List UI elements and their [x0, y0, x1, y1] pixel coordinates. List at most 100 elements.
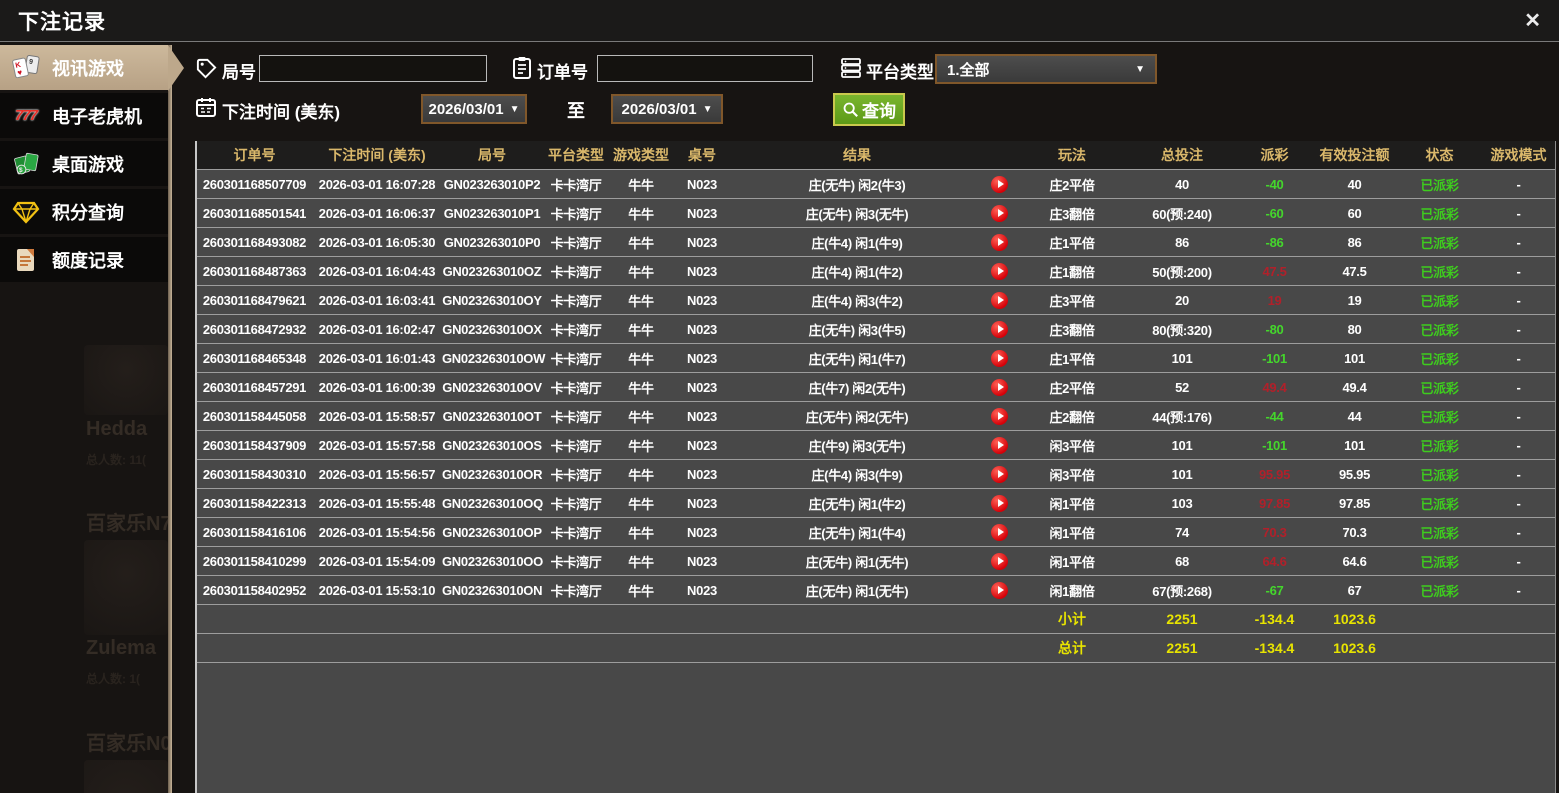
chevron-down-icon: ▼ [509, 103, 520, 115]
order-no-input[interactable] [597, 55, 813, 82]
sidebar-item-label: 积分查询 [52, 202, 124, 223]
cell-bet-time: 2026-03-01 15:57:58 [318, 437, 436, 453]
query-button[interactable]: 查询 [833, 93, 905, 126]
cell-game-type: 牛牛 [628, 322, 654, 338]
play-icon [997, 267, 1004, 275]
replay-play-button[interactable] [991, 581, 1008, 599]
col-header-payout: 派彩 [1260, 147, 1289, 163]
replay-play-button[interactable] [991, 204, 1008, 222]
close-icon[interactable]: ✕ [1524, 11, 1541, 31]
cell-table-no: N023 [687, 234, 717, 250]
play-icon [997, 238, 1004, 246]
col-header-bet-time: 下注时间 (美东) [328, 147, 426, 163]
cell-total-bet: 44(预:176) [1152, 409, 1212, 425]
replay-play-button[interactable] [991, 378, 1008, 396]
cell-order-no: 260301168465348 [202, 350, 307, 366]
sidebar-item-电子老虎机[interactable]: 777 电子老虎机 [0, 93, 168, 138]
cell-status: 已派彩 [1420, 322, 1459, 338]
cell-play-type: 闲1平倍 [1049, 496, 1095, 512]
sidebar-item-视讯游戏[interactable]: 9 K ♥ 视讯游戏 [0, 45, 168, 90]
cell-total-bet: 101 [1171, 350, 1193, 366]
ghost-label: Hedda [86, 418, 148, 440]
cell-game-mode: - [1516, 263, 1521, 279]
cell-result: 庄(无牛) 闲1(牛2) [808, 496, 906, 512]
cell-table-no: N023 [687, 466, 717, 482]
cell-game-mode: - [1516, 321, 1521, 337]
cell-game-type: 牛牛 [628, 554, 654, 570]
table-empty-area [197, 663, 1555, 793]
main-panel: 局号 订单号 平台类型 1.全部 ▼ 下注时间 (美东) 2026/03/01 … [195, 44, 1556, 793]
replay-play-button[interactable] [991, 233, 1008, 251]
cell-game-mode: - [1516, 234, 1521, 250]
cell-game-type: 牛牛 [628, 206, 654, 222]
replay-play-button[interactable] [991, 436, 1008, 454]
grand-total-row: 总计 2251 -134.4 1023.6 [197, 634, 1555, 663]
cell-platform-type: 卡卡湾厅 [550, 467, 602, 483]
cell-round-no: GN023263010OW [442, 350, 546, 366]
cell-payout: -60 [1265, 205, 1284, 221]
cell-round-no: GN023263010OT [442, 408, 542, 424]
grand-total-valid-bet: 1023.6 [1333, 640, 1376, 656]
replay-play-button[interactable] [991, 320, 1008, 338]
cell-bet-time: 2026-03-01 16:05:30 [318, 234, 436, 250]
cell-table-no: N023 [687, 379, 717, 395]
cell-table-no: N023 [687, 205, 717, 221]
cell-total-bet: 52 [1175, 379, 1189, 395]
replay-play-button[interactable] [991, 465, 1008, 483]
cell-payout: -101 [1262, 350, 1287, 366]
cell-platform-type: 卡卡湾厅 [550, 438, 602, 454]
sidebar-item-积分查询[interactable]: 积分查询 [0, 189, 168, 234]
table-row: 260301168501541 2026-03-01 16:06:37 GN0232… [197, 199, 1555, 228]
cell-bet-time: 2026-03-01 15:53:10 [318, 582, 436, 598]
replay-play-button[interactable] [991, 262, 1008, 280]
replay-play-button[interactable] [991, 407, 1008, 425]
cell-valid-bet: 86 [1347, 234, 1362, 250]
cell-game-mode: - [1516, 495, 1521, 511]
cell-total-bet: 60(预:240) [1152, 206, 1212, 222]
cell-round-no: GN023263010P2 [443, 176, 541, 192]
chevron-down-icon: ▼ [1135, 63, 1145, 75]
ghost-dealer-avatar [84, 540, 168, 635]
round-no-input[interactable] [259, 55, 487, 82]
table-row: 260301168457291 2026-03-01 16:00:39 GN0232… [197, 373, 1555, 402]
ghost-label: 百家乐N73 [86, 513, 168, 535]
replay-play-button[interactable] [991, 175, 1008, 193]
date-from-select[interactable]: 2026/03/01 ▼ [421, 94, 527, 124]
cell-game-mode: - [1516, 292, 1521, 308]
replay-play-button[interactable] [991, 349, 1008, 367]
cell-game-type: 牛牛 [628, 583, 654, 599]
col-header-order-no: 订单号 [233, 147, 276, 163]
cell-bet-time: 2026-03-01 15:55:48 [318, 495, 436, 511]
subtotal-payout: -134.4 [1254, 611, 1295, 627]
cell-round-no: GN023263010P1 [443, 205, 541, 221]
date-to-select[interactable]: 2026/03/01 ▼ [611, 94, 723, 124]
ghost-dealer-avatar [84, 760, 168, 793]
platform-type-select[interactable]: 1.全部 ▼ [935, 54, 1157, 84]
replay-play-button[interactable] [991, 523, 1008, 541]
cell-status: 已派彩 [1420, 438, 1459, 454]
cell-game-type: 牛牛 [628, 380, 654, 396]
cell-total-bet: 86 [1175, 234, 1189, 250]
subtotal-row: 小计 2251 -134.4 1023.6 [197, 605, 1555, 634]
col-header-game-mode: 游戏模式 [1490, 147, 1547, 163]
cell-order-no: 260301158445058 [202, 408, 307, 424]
sidebar-item-桌面游戏[interactable]: $ 桌面游戏 [0, 141, 168, 186]
cell-total-bet: 68 [1175, 553, 1189, 569]
cell-platform-type: 卡卡湾厅 [550, 264, 602, 280]
cell-valid-bet: 67 [1347, 582, 1362, 598]
cell-bet-time: 2026-03-01 16:00:39 [318, 379, 436, 395]
replay-play-button[interactable] [991, 494, 1008, 512]
cell-order-no: 260301158402952 [202, 582, 307, 598]
cell-round-no: GN023263010OR [442, 466, 543, 482]
calendar-icon [195, 96, 217, 118]
cell-table-no: N023 [687, 437, 717, 453]
replay-play-button[interactable] [991, 291, 1008, 309]
play-icon [997, 180, 1004, 188]
cell-play-type: 庄2翻倍 [1049, 409, 1095, 425]
sidebar-item-额度记录[interactable]: 额度记录 [0, 237, 168, 282]
replay-play-button[interactable] [991, 552, 1008, 570]
cell-play-type: 庄3翻倍 [1049, 206, 1095, 222]
cell-platform-type: 卡卡湾厅 [550, 409, 602, 425]
search-icon [842, 101, 859, 118]
order-no-label: 订单号 [537, 63, 588, 82]
